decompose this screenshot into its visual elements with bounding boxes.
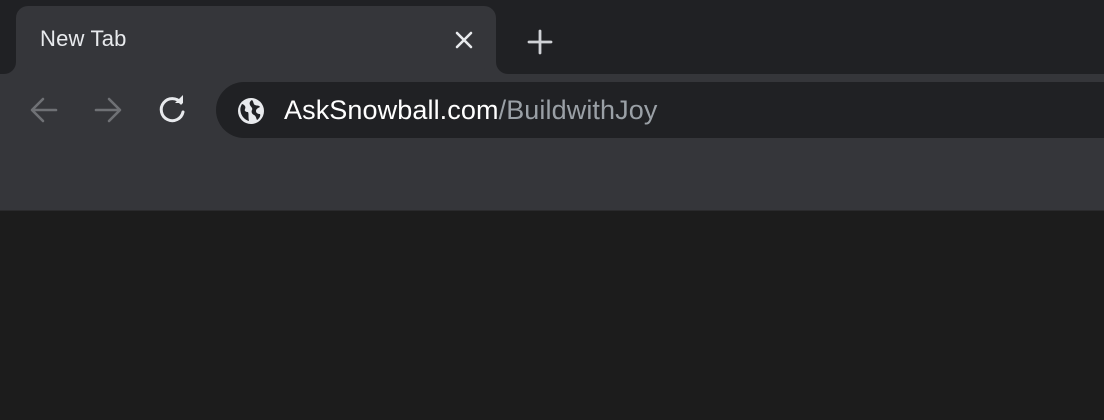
tab-strip: New Tab: [0, 0, 1104, 74]
page-content: [0, 211, 1104, 420]
reload-icon[interactable]: [152, 90, 192, 130]
tab-new-tab[interactable]: New Tab: [16, 6, 496, 74]
plus-icon[interactable]: [522, 24, 558, 60]
tab-title: New Tab: [40, 26, 127, 51]
browser-toolbar: AskSnowball.com/BuildwithJoy: [0, 74, 1104, 211]
arrow-left-icon[interactable]: [24, 90, 64, 130]
url-text[interactable]: AskSnowball.com/BuildwithJoy: [284, 95, 657, 126]
arrow-right-icon[interactable]: [88, 90, 128, 130]
globe-icon[interactable]: [236, 96, 266, 126]
browser-window: New Tab AskSnowball.com/BuildwithJoy: [0, 0, 1104, 420]
address-bar[interactable]: AskSnowball.com/BuildwithJoy: [216, 82, 1104, 138]
close-icon[interactable]: [450, 26, 478, 54]
url-host: AskSnowball.com: [284, 95, 499, 125]
url-path: /BuildwithJoy: [498, 95, 658, 125]
